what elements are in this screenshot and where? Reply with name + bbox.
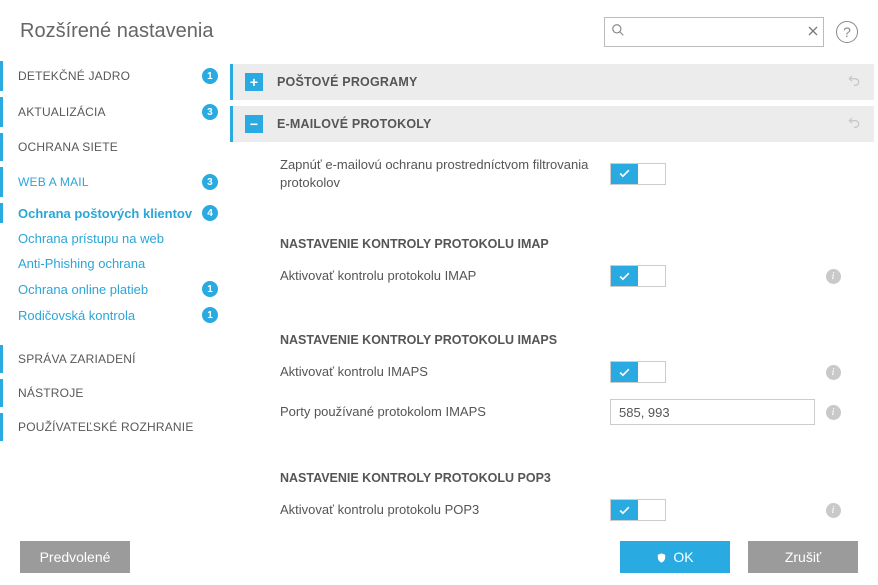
shield-icon — [656, 551, 667, 563]
help-icon[interactable]: ? — [836, 21, 858, 43]
cancel-button[interactable]: Zrušiť — [748, 541, 858, 573]
row-imaps-ports: Porty používané protokolom IMAPS i — [230, 391, 874, 433]
content-pane: + POŠTOVÉ PROGRAMY − E-MAILOVÉ PROTOKOLY… — [230, 58, 878, 528]
expand-icon: + — [245, 73, 263, 91]
search-box[interactable] — [604, 17, 824, 47]
heading-imaps: NASTAVENIE KONTROLY PROTOKOLU IMAPS — [230, 311, 874, 353]
check-icon — [611, 164, 638, 184]
section-mail-programs[interactable]: + POŠTOVÉ PROGRAMY — [230, 64, 874, 100]
nav-parental-control[interactable]: Rodičovská kontrola 1 — [0, 302, 230, 328]
toggle-pop3[interactable] — [610, 499, 666, 521]
search-input[interactable] — [631, 24, 807, 39]
collapse-icon: − — [245, 115, 263, 133]
toggle-email-protection[interactable] — [610, 163, 666, 185]
header: Rozšírené nastavenia ? — [0, 0, 878, 58]
heading-imap: NASTAVENIE KONTROLY PROTOKOLU IMAP — [230, 215, 874, 257]
toggle-imaps[interactable] — [610, 361, 666, 383]
section-email-protocols[interactable]: − E-MAILOVÉ PROTOKOLY — [230, 106, 874, 142]
row-imaps-enable: Aktivovať kontrolu IMAPS i — [230, 353, 874, 391]
badge: 3 — [202, 174, 218, 190]
row-enable-email-protection: Zapnúť e-mailovú ochranu prostredníctvom… — [230, 148, 874, 199]
clear-icon[interactable] — [807, 24, 819, 40]
undo-icon[interactable] — [846, 72, 862, 92]
badge: 1 — [202, 281, 218, 297]
heading-pop3: NASTAVENIE KONTROLY PROTOKOLU POP3 — [230, 449, 874, 491]
search-icon — [611, 23, 625, 40]
undo-icon[interactable] — [846, 114, 862, 134]
nav-online-payments[interactable]: Ochrana online platieb 1 — [0, 276, 230, 302]
check-icon — [611, 362, 638, 382]
toggle-imap[interactable] — [610, 265, 666, 287]
row-imap-enable: Aktivovať kontrolu protokolu IMAP i — [230, 257, 874, 295]
nav-update[interactable]: AKTUALIZÁCIA 3 — [0, 94, 230, 130]
nav-antiphishing[interactable]: Anti-Phishing ochrana — [0, 251, 230, 276]
nav-web-mail[interactable]: WEB A MAIL 3 — [0, 164, 230, 200]
nav-mail-client-protection[interactable]: Ochrana poštových klientov 4 — [0, 200, 230, 226]
row-pop3-enable: Aktivovať kontrolu protokolu POP3 i — [230, 491, 874, 528]
info-icon[interactable]: i — [826, 503, 841, 518]
info-icon[interactable]: i — [826, 365, 841, 380]
nav-ui[interactable]: POUŽÍVATEĽSKÉ ROZHRANIE — [0, 410, 230, 444]
input-imaps-ports[interactable] — [610, 399, 815, 425]
info-icon[interactable]: i — [826, 405, 841, 420]
nav-web-access[interactable]: Ochrana prístupu na web — [0, 226, 230, 251]
nav-network-protection[interactable]: OCHRANA SIETE — [0, 130, 230, 164]
badge: 1 — [202, 68, 218, 84]
nav-device-management[interactable]: SPRÁVA ZARIADENÍ — [0, 342, 230, 376]
check-icon — [611, 266, 638, 286]
nav-detection-core[interactable]: DETEKČNÉ JADRO 1 — [0, 58, 230, 94]
badge: 4 — [202, 205, 218, 221]
footer: Predvolené OK Zrušiť — [0, 529, 878, 585]
check-icon — [611, 500, 638, 520]
sidebar: DETEKČNÉ JADRO 1 AKTUALIZÁCIA 3 OCHRANA … — [0, 58, 230, 528]
page-title: Rozšírené nastavenia — [20, 20, 604, 43]
badge: 3 — [202, 104, 218, 120]
info-icon[interactable]: i — [826, 269, 841, 284]
nav-tools[interactable]: NÁSTROJE — [0, 376, 230, 410]
badge: 1 — [202, 307, 218, 323]
defaults-button[interactable]: Predvolené — [20, 541, 130, 573]
ok-button[interactable]: OK — [620, 541, 730, 573]
